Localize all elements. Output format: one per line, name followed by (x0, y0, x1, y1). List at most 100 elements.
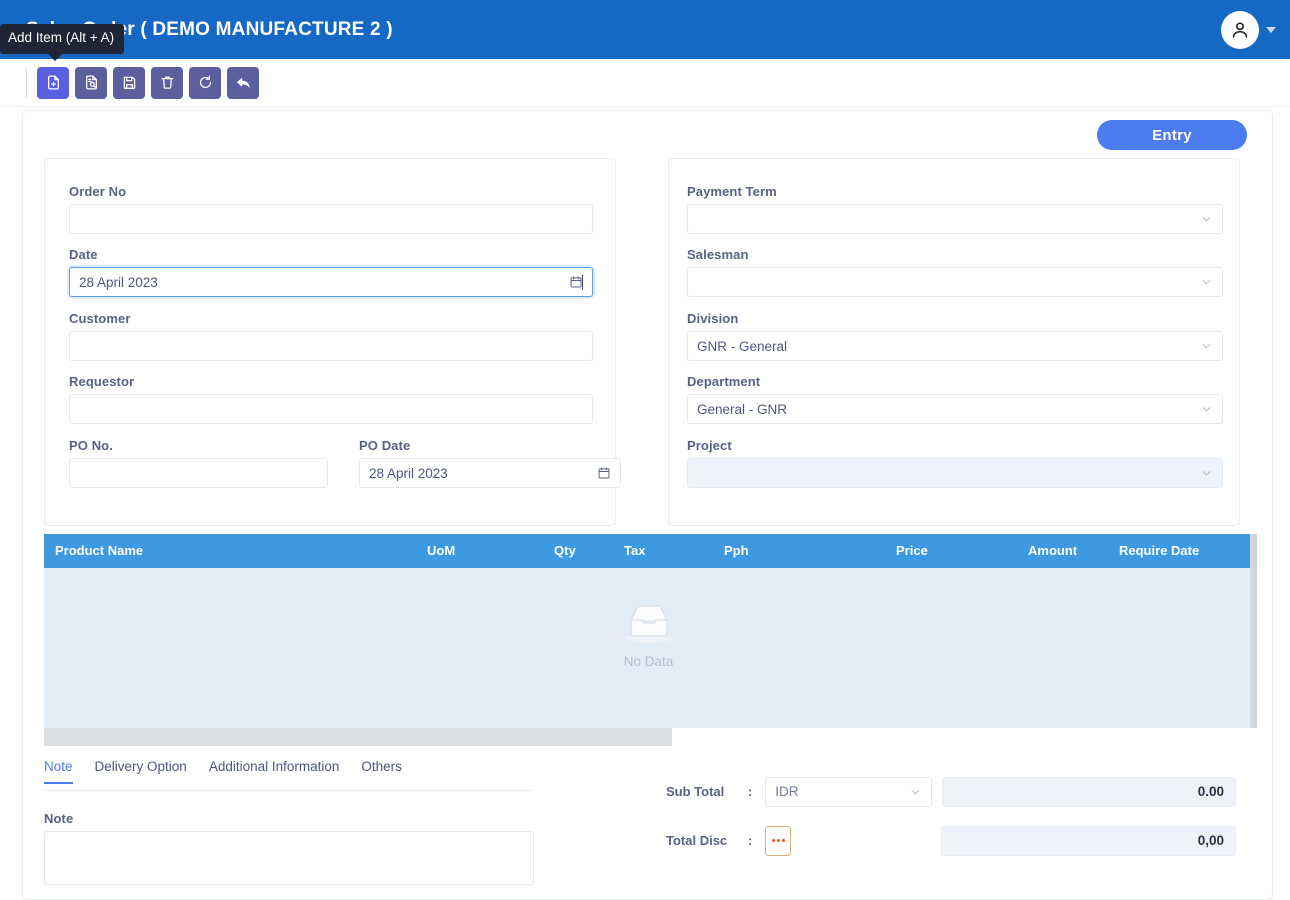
project-label: Project (687, 438, 732, 453)
division-value: GNR - General (697, 338, 788, 354)
total-disc-colon: : (747, 833, 753, 848)
field-department: Department General - GNR (687, 374, 1223, 424)
tab-others[interactable]: Others (361, 759, 402, 783)
grid-col-pph[interactable]: Pph (724, 543, 749, 558)
note-textarea[interactable] (44, 831, 534, 885)
item-grid: Product Name UoM Qty Tax Pph Price Amoun… (44, 534, 1253, 746)
detail-tabs: Note Delivery Option Additional Informat… (44, 759, 534, 791)
grid-col-amount[interactable]: Amount (1028, 543, 1077, 558)
currency-value: IDR (775, 784, 799, 799)
add-item-button[interactable] (37, 66, 69, 99)
refresh-button[interactable] (189, 66, 221, 99)
sales-order-card: Entry Order No Date 28 April 2023 Custom… (22, 110, 1273, 900)
chevron-down-icon[interactable] (1200, 340, 1213, 353)
totals-section: Sub Total : IDR 0.00 Total Disc : 0,00 (666, 776, 1236, 874)
toolbar (0, 59, 1290, 107)
grid-horizontal-scrollbar[interactable] (44, 728, 672, 746)
total-disc-label: Total Disc (666, 833, 728, 848)
field-po-no: PO No. (69, 438, 328, 488)
status-badge-entry[interactable]: Entry (1097, 120, 1247, 150)
salesman-select[interactable] (687, 267, 1223, 297)
note-label: Note (44, 811, 74, 826)
grid-body: No Data (44, 568, 1253, 728)
chevron-down-icon[interactable] (1200, 403, 1213, 416)
tooltip-add-item: Add Item (Alt + A) (0, 24, 125, 61)
empty-state: No Data (44, 598, 1253, 669)
grid-col-product-name[interactable]: Product Name (55, 543, 143, 558)
field-division: Division GNR - General (687, 311, 1223, 361)
field-requestor: Requestor (69, 374, 593, 424)
toolbar-divider (26, 67, 27, 98)
avatar[interactable] (1221, 10, 1259, 49)
date-input[interactable]: 28 April 2023 (69, 267, 593, 297)
chevron-down-icon[interactable] (1200, 213, 1213, 226)
chevron-down-icon[interactable] (909, 785, 922, 798)
currency-select[interactable]: IDR (765, 776, 932, 807)
tab-note[interactable]: Note (44, 759, 73, 784)
file-plus-icon (47, 75, 59, 90)
ellipsis-icon (771, 839, 775, 842)
sub-total-label: Sub Total (666, 784, 725, 799)
field-date: Date 28 April 2023 (69, 247, 593, 297)
sub-total-colon: : (747, 784, 753, 799)
total-disc-detail-button[interactable] (765, 825, 792, 856)
chevron-down-icon[interactable] (1200, 276, 1213, 289)
app-header: Sales Order ( DEMO MANUFACTURE 2 ) (0, 0, 1290, 59)
po-no-input[interactable] (69, 458, 328, 488)
requestor-label: Requestor (69, 374, 135, 389)
salesman-label: Salesman (687, 247, 749, 262)
refresh-icon (199, 75, 211, 89)
empty-state-label: No Data (623, 654, 674, 669)
calendar-icon[interactable] (597, 466, 611, 480)
field-payment-term: Payment Term (687, 184, 1223, 234)
requestor-input[interactable] (69, 394, 593, 424)
department-select[interactable]: General - GNR (687, 394, 1223, 424)
department-label: Department (687, 374, 761, 389)
back-button[interactable] (227, 66, 259, 99)
order-no-label: Order No (69, 184, 127, 199)
back-arrow-icon (236, 77, 250, 88)
department-value: General - GNR (697, 401, 788, 417)
order-no-input[interactable] (69, 204, 593, 234)
customer-label: Customer (69, 311, 131, 326)
grid-col-uom[interactable]: UoM (427, 543, 455, 558)
po-date-value: 28 April 2023 (369, 465, 448, 481)
order-meta-panel: Payment Term Salesman Division GNR - Gen… (668, 158, 1240, 526)
grid-col-price[interactable]: Price (896, 543, 928, 558)
field-project: Project (687, 438, 1223, 488)
division-label: Division (687, 311, 739, 326)
grid-col-require-date[interactable]: Require Date (1119, 543, 1199, 558)
po-date-label: PO Date (359, 438, 411, 453)
payment-term-label: Payment Term (687, 184, 777, 199)
payment-term-select[interactable] (687, 204, 1223, 234)
po-date-input[interactable]: 28 April 2023 (359, 458, 621, 488)
tab-additional-information[interactable]: Additional Information (209, 759, 340, 783)
customer-input[interactable] (69, 331, 593, 361)
division-select[interactable]: GNR - General (687, 331, 1223, 361)
user-avatar-icon (1232, 21, 1248, 38)
grid-vertical-scrollbar[interactable] (1250, 534, 1257, 728)
field-salesman: Salesman (687, 247, 1223, 297)
total-disc-value: 0,00 (941, 825, 1236, 856)
calendar-icon[interactable] (569, 275, 583, 289)
date-label: Date (69, 247, 98, 262)
save-button[interactable] (113, 66, 145, 99)
grid-header-row: Product Name UoM Qty Tax Pph Price Amoun… (44, 534, 1253, 568)
note-section: Note (44, 811, 534, 885)
delete-button[interactable] (151, 66, 183, 99)
empty-inbox-icon (624, 605, 673, 643)
file-search-icon (85, 75, 97, 90)
header-user-area[interactable] (1221, 0, 1276, 59)
chevron-down-icon[interactable] (1266, 26, 1276, 33)
field-customer: Customer (69, 311, 593, 361)
po-no-label: PO No. (69, 438, 113, 453)
tab-delivery-option[interactable]: Delivery Option (95, 759, 187, 783)
grid-col-qty[interactable]: Qty (554, 543, 576, 558)
grid-col-tax[interactable]: Tax (624, 543, 645, 558)
chevron-down-icon[interactable] (1200, 467, 1213, 480)
project-select[interactable] (687, 458, 1223, 488)
field-po-date: PO Date 28 April 2023 (359, 438, 621, 488)
total-disc-row: Total Disc : 0,00 (666, 825, 1236, 856)
save-icon (123, 76, 135, 89)
find-item-button[interactable] (75, 66, 107, 99)
